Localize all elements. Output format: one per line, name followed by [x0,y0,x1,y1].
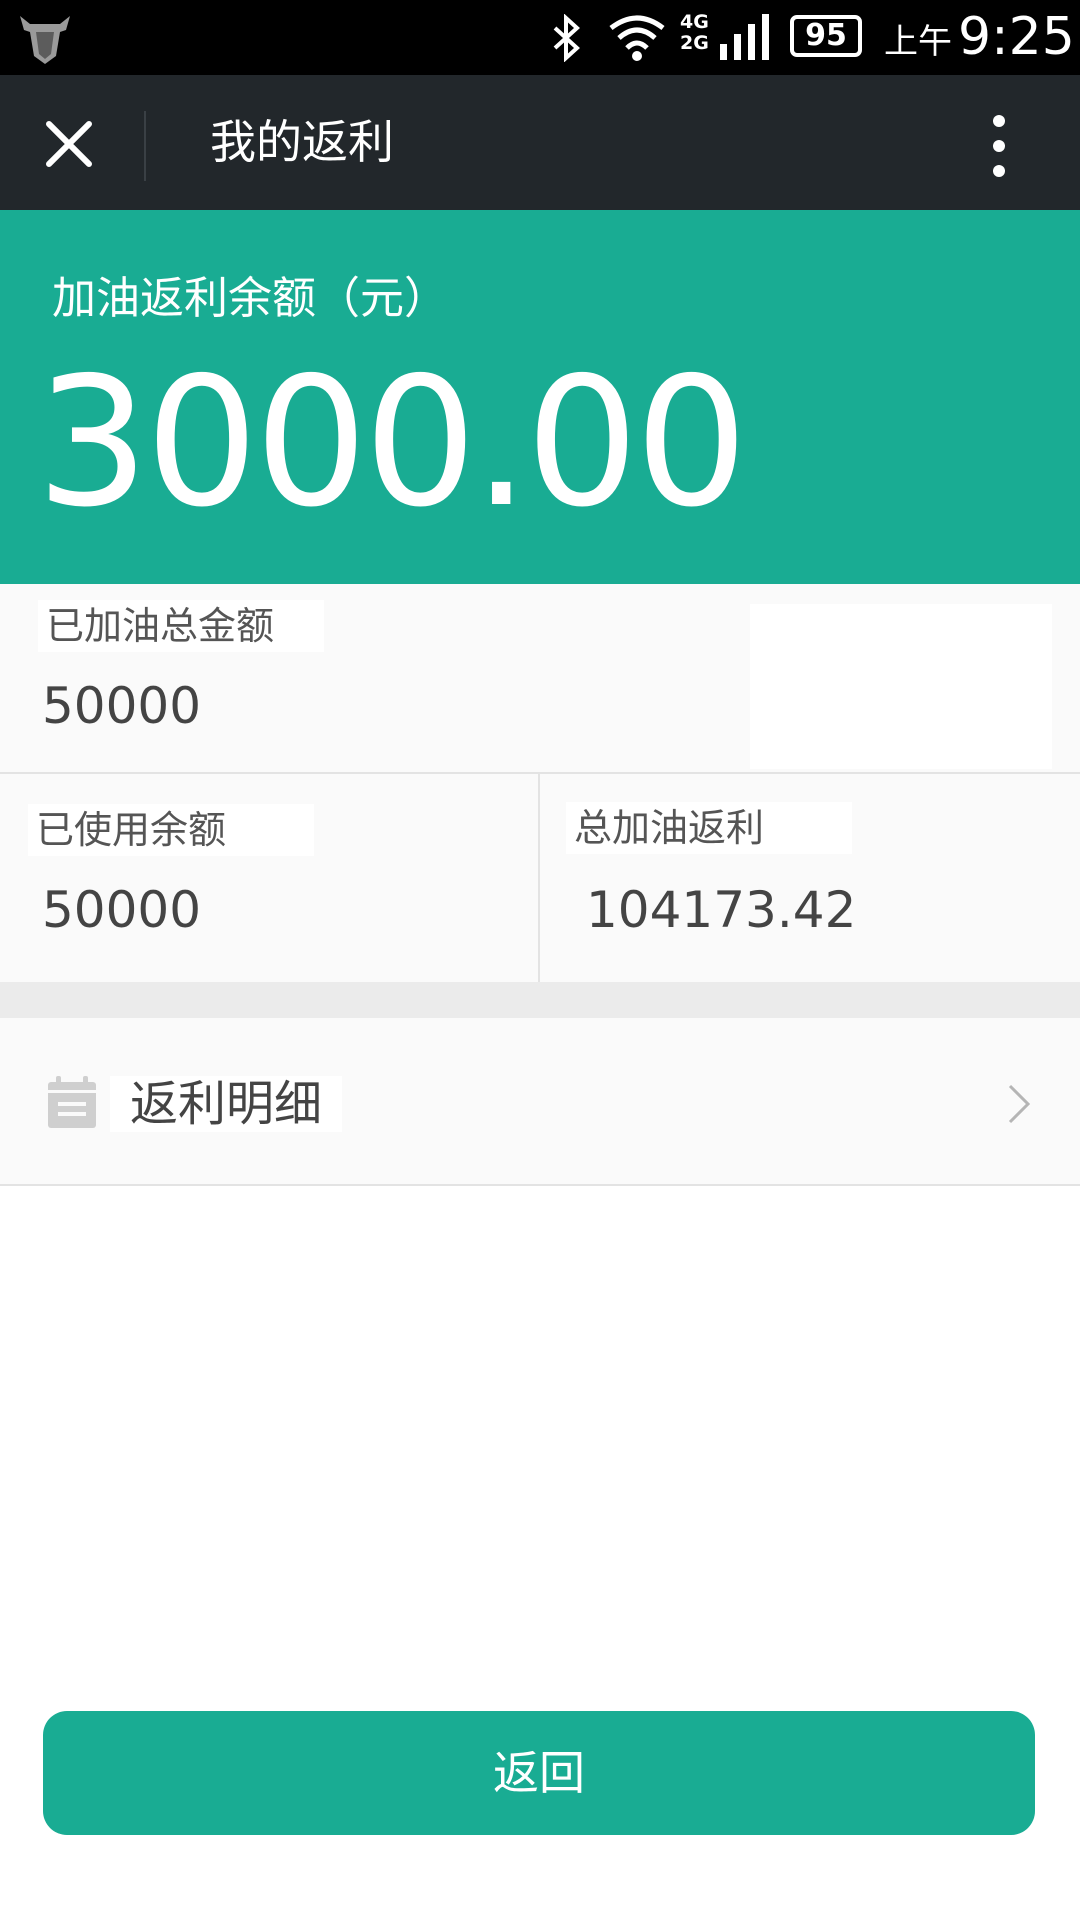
bluetooth-icon [553,14,580,62]
shield-icon [20,16,70,64]
page-title: 我的返利 [210,115,394,169]
stat-used-balance: 已使用余额 50000 [0,774,538,982]
close-icon[interactable] [46,121,92,167]
rebate-balance-amount: 3000.00 [36,339,748,546]
signal-icon [720,14,769,60]
clock-prefix: 上午 [884,22,952,62]
calendar-icon [48,1076,96,1128]
network-type-label: 4G 2G [680,11,709,54]
stat-used-balance-label: 已使用余额 [28,804,314,856]
stat-total-rebate-label: 总加油返利 [566,802,852,854]
title-bar: 我的返利 [0,75,1080,210]
section-gap [0,982,1080,1018]
back-button[interactable]: 返回 [43,1711,1035,1835]
stat-total-rebate-value: 104173.42 [586,881,857,939]
rebate-detail-label: 返利明细 [110,1076,343,1132]
stat-used-balance-value: 50000 [42,881,202,939]
more-icon[interactable] [984,111,1014,181]
chevron-right-icon [1008,1084,1031,1124]
rebate-balance-label: 加油返利余额（元） [52,273,448,324]
wifi-icon [609,15,665,61]
stat-total-fueled-value: 50000 [42,677,202,735]
rebate-balance-panel: 加油返利余额（元） 3000.00 [0,210,1080,584]
battery-icon: 95 [790,15,862,57]
stat-total-rebate: 总加油返利 104173.42 [540,774,1080,982]
status-bar: 4G 2G 95 上午 9:25 [0,0,1080,75]
stats-panel: 已加油总金额 50000 已使用余额 50000 总加油返利 104173.42 [0,584,1080,982]
rebate-detail-item[interactable]: 返利明细 [0,1018,1080,1186]
blank-panel [750,604,1052,769]
title-divider [144,111,146,181]
clock: 9:25 [958,7,1075,67]
stat-total-fueled-label: 已加油总金额 [38,600,324,652]
